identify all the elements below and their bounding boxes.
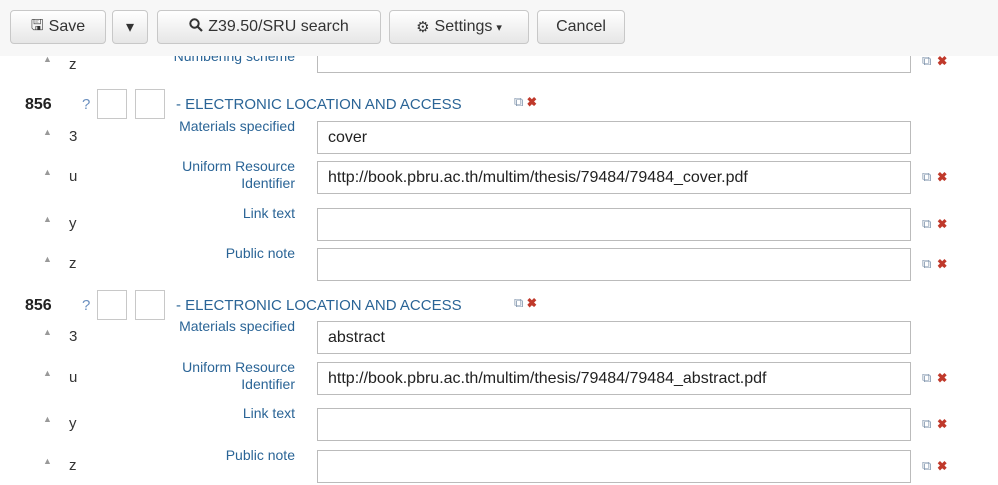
delete-icon[interactable]: ✖: [937, 56, 953, 68]
delete-icon[interactable]: ✖: [937, 216, 953, 231]
subfield-code: z: [69, 56, 77, 73]
clone-icon[interactable]: ⧉: [922, 370, 937, 385]
chevron-down-icon: ▾: [496, 21, 502, 34]
subfield-actions: ⧉✖: [922, 169, 953, 185]
delete-icon[interactable]: ✖: [937, 169, 953, 184]
tag-number: 856: [25, 96, 52, 113]
toolbar: 🖫 Save ▾ Z39.50/SRU search ⚙ Settings ▾ …: [0, 0, 998, 56]
delete-icon[interactable]: ✖: [937, 370, 953, 385]
subfield-actions: ⧉✖: [922, 458, 953, 474]
subfield-row: ▲ u Uniform Resource Identifier http://b…: [0, 359, 998, 397]
clone-icon[interactable]: ⧉: [922, 416, 937, 431]
subfield-label: Public note: [225, 245, 295, 261]
subfield-code: z: [69, 255, 77, 272]
indicator-2-input[interactable]: [135, 89, 165, 119]
cancel-button[interactable]: Cancel: [537, 10, 625, 44]
indicator-2-input[interactable]: [135, 290, 165, 320]
search-label: Z39.50/SRU search: [208, 18, 349, 35]
move-up-icon[interactable]: ▲: [43, 167, 52, 177]
move-up-icon[interactable]: ▲: [43, 327, 52, 337]
clone-icon[interactable]: ⧉: [514, 295, 523, 310]
subfield-row: ▲ 3 Materials specified cover: [0, 118, 998, 156]
clone-icon[interactable]: ⧉: [514, 94, 523, 109]
clone-icon[interactable]: ⧉: [922, 458, 937, 473]
move-up-icon[interactable]: ▲: [43, 214, 52, 224]
subfield-input[interactable]: [317, 408, 911, 441]
subfield-row: ▲ z Public note ⧉✖: [0, 447, 998, 485]
tag-description[interactable]: - ELECTRONIC LOCATION AND ACCESS: [176, 297, 462, 314]
move-up-icon[interactable]: ▲: [43, 56, 52, 64]
subfield-actions: ⧉✖: [922, 256, 953, 272]
z3950-search-button[interactable]: Z39.50/SRU search: [157, 10, 381, 44]
subfield-code: 3: [69, 328, 78, 345]
subfield-code: u: [69, 168, 78, 185]
subfield-input[interactable]: [317, 248, 911, 281]
chevron-down-icon: ▾: [125, 19, 135, 36]
settings-label: Settings: [434, 18, 493, 35]
subfield-row: ▲ 3 Materials specified abstract: [0, 318, 998, 356]
tag-description[interactable]: - ELECTRONIC LOCATION AND ACCESS: [176, 96, 462, 113]
save-label: Save: [48, 18, 86, 35]
clone-icon[interactable]: ⧉: [922, 56, 937, 68]
delete-icon[interactable]: ✖: [527, 94, 537, 109]
subfield-input[interactable]: [317, 56, 911, 73]
subfield-label: Public note: [225, 447, 295, 463]
subfield-code: z: [69, 457, 77, 474]
subfield-code: u: [69, 369, 78, 386]
subfield-label: Uniform Resource Identifier: [182, 158, 295, 191]
subfield-row: ▲ z Public note ⧉✖: [0, 245, 998, 283]
subfield-input[interactable]: cover: [317, 121, 911, 154]
subfield-input[interactable]: http://book.pbru.ac.th/multim/thesis/794…: [317, 161, 911, 194]
field-actions: ⧉ ✖: [514, 94, 537, 110]
settings-button[interactable]: ⚙ Settings ▾: [389, 10, 529, 44]
clone-icon[interactable]: ⧉: [922, 216, 937, 231]
field-856-header: 856 ? - ELECTRONIC LOCATION AND ACCESS ⧉…: [0, 89, 998, 121]
move-up-icon[interactable]: ▲: [43, 368, 52, 378]
delete-icon[interactable]: ✖: [937, 458, 953, 473]
subfield-row: ▲ u Uniform Resource Identifier http://b…: [0, 158, 998, 196]
move-up-icon[interactable]: ▲: [43, 254, 52, 264]
subfield-input[interactable]: abstract: [317, 321, 911, 354]
subfield-code: 3: [69, 128, 78, 145]
help-link[interactable]: ?: [82, 297, 90, 314]
subfield-label: Numbering scheme: [173, 56, 295, 64]
tag-number: 856: [25, 297, 52, 314]
subfield-label: Uniform Resource Identifier: [182, 359, 295, 392]
subfield-label: Link text: [242, 405, 295, 421]
subfield-input[interactable]: http://book.pbru.ac.th/multim/thesis/794…: [317, 362, 911, 395]
move-up-icon[interactable]: ▲: [43, 414, 52, 424]
subfield-code: y: [69, 415, 77, 432]
move-up-icon[interactable]: ▲: [43, 456, 52, 466]
subfield-actions: ⧉✖: [922, 216, 953, 232]
help-link[interactable]: ?: [82, 96, 90, 113]
subfield-actions: ⧉✖: [922, 56, 953, 69]
indicator-1-input[interactable]: [97, 89, 127, 119]
subfield-row: ▲ y Link text ⧉✖: [0, 405, 998, 443]
search-icon: [189, 18, 204, 36]
indicator-1-input[interactable]: [97, 290, 127, 320]
gear-icon: ⚙: [416, 19, 430, 36]
clone-icon[interactable]: ⧉: [922, 169, 937, 184]
floppy-icon: 🖫: [30, 16, 44, 34]
subfield-label: Materials specified: [179, 318, 295, 334]
subfield-actions: ⧉✖: [922, 416, 953, 432]
partial-subfield-row: ▲ z Numbering scheme ⧉✖: [0, 56, 998, 80]
delete-icon[interactable]: ✖: [937, 416, 953, 431]
subfield-actions: ⧉✖: [922, 370, 953, 386]
save-options-dropdown[interactable]: ▾: [112, 10, 148, 44]
subfield-input[interactable]: [317, 208, 911, 241]
subfield-label: Materials specified: [179, 118, 295, 134]
clone-icon[interactable]: ⧉: [922, 256, 937, 271]
subfield-row: ▲ y Link text ⧉✖: [0, 205, 998, 243]
save-button[interactable]: 🖫 Save: [10, 10, 106, 44]
delete-icon[interactable]: ✖: [937, 256, 953, 271]
move-up-icon[interactable]: ▲: [43, 127, 52, 137]
cancel-label: Cancel: [556, 18, 606, 35]
subfield-code: y: [69, 215, 77, 232]
field-actions: ⧉ ✖: [514, 295, 537, 311]
subfield-label: Link text: [242, 205, 295, 221]
delete-icon[interactable]: ✖: [527, 295, 537, 310]
subfield-input[interactable]: [317, 450, 911, 483]
